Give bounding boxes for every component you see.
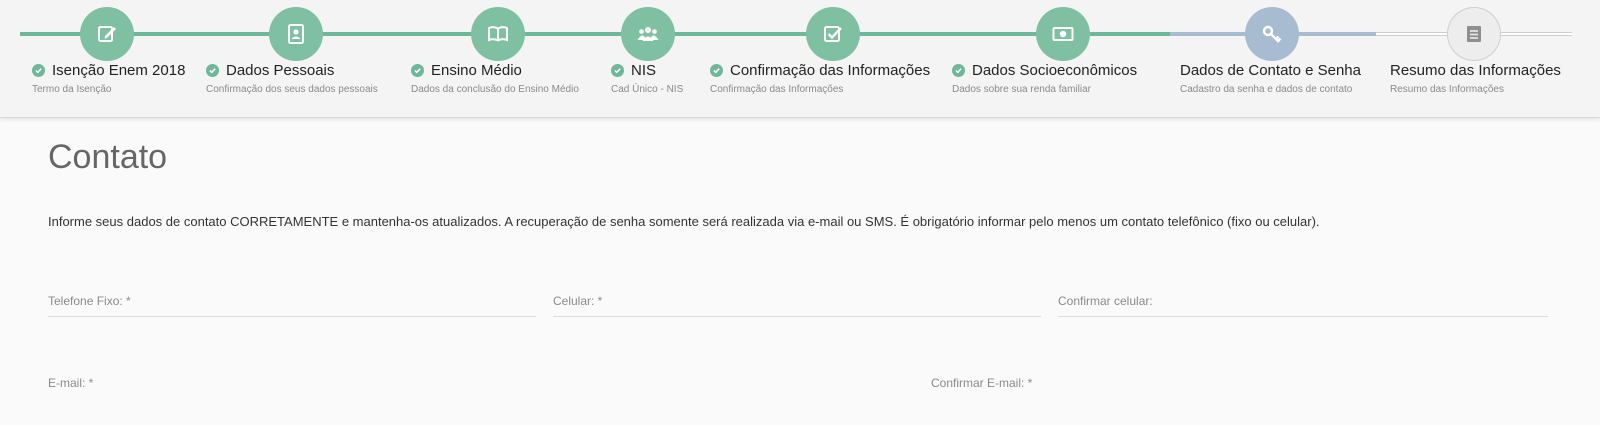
check-icon [710,64,723,77]
step-subtitle: Dados sobre sua renda familiar [952,84,1091,95]
step-title: Confirmação das Informações [730,62,931,79]
check-icon [611,64,624,77]
group-icon[interactable] [621,7,675,61]
check-icon [411,64,424,77]
confirmar-celular-input[interactable] [1058,294,1548,324]
step-subtitle: Confirmação dos seus dados pessoais [206,84,378,95]
edit-icon[interactable] [80,7,134,61]
check-icon [206,64,219,77]
contact-instructions: Informe seus dados de contato CORRETAMEN… [48,214,1320,229]
step-title: Isenção Enem 2018 [52,62,186,79]
step-subtitle: Cadastro da senha e dados de contato [1180,84,1353,95]
book-icon[interactable] [471,7,525,61]
celular-field[interactable]: Celular: * [553,294,1041,324]
telefone-fixo-field[interactable]: Telefone Fixo: * [48,294,536,324]
email-field[interactable]: E-mail: * [48,376,908,406]
check-icon [952,64,965,77]
id-badge-icon[interactable] [269,7,323,61]
email-input[interactable] [48,376,908,406]
step-title: Dados Socioeconômicos [972,62,1138,79]
step-subtitle: Resumo das Informações [1390,84,1504,95]
key-icon[interactable] [1245,7,1299,61]
check-icon [32,64,45,77]
page-title: Contato [48,138,168,176]
step-subtitle: Cad Único - NIS [611,84,684,95]
celular-input[interactable] [553,294,1041,324]
step-subtitle: Dados da conclusão do Ensino Médio [411,84,579,95]
list-icon[interactable] [1447,7,1501,61]
checkbox-icon[interactable] [806,7,860,61]
money-icon[interactable] [1036,7,1090,61]
step-title: Resumo das Informações [1390,62,1561,79]
stepper-track-done [20,32,1170,36]
step-title: NIS [631,62,657,79]
confirmar-email-input[interactable] [931,376,1548,406]
step-subtitle: Confirmação das Informações [710,84,844,95]
step-title: Dados Pessoais [226,62,335,79]
step-subtitle: Termo da Isenção [32,84,112,95]
step-title: Dados de Contato e Senha [1180,62,1361,79]
confirmar-email-field[interactable]: Confirmar E-mail: * [931,376,1548,406]
step-title: Ensino Médio [431,62,522,79]
confirmar-celular-field[interactable]: Confirmar celular: [1058,294,1548,324]
progress-stepper: Isenção Enem 2018 Termo da Isenção Dados… [0,0,1600,118]
telefone-fixo-input[interactable] [48,294,536,324]
